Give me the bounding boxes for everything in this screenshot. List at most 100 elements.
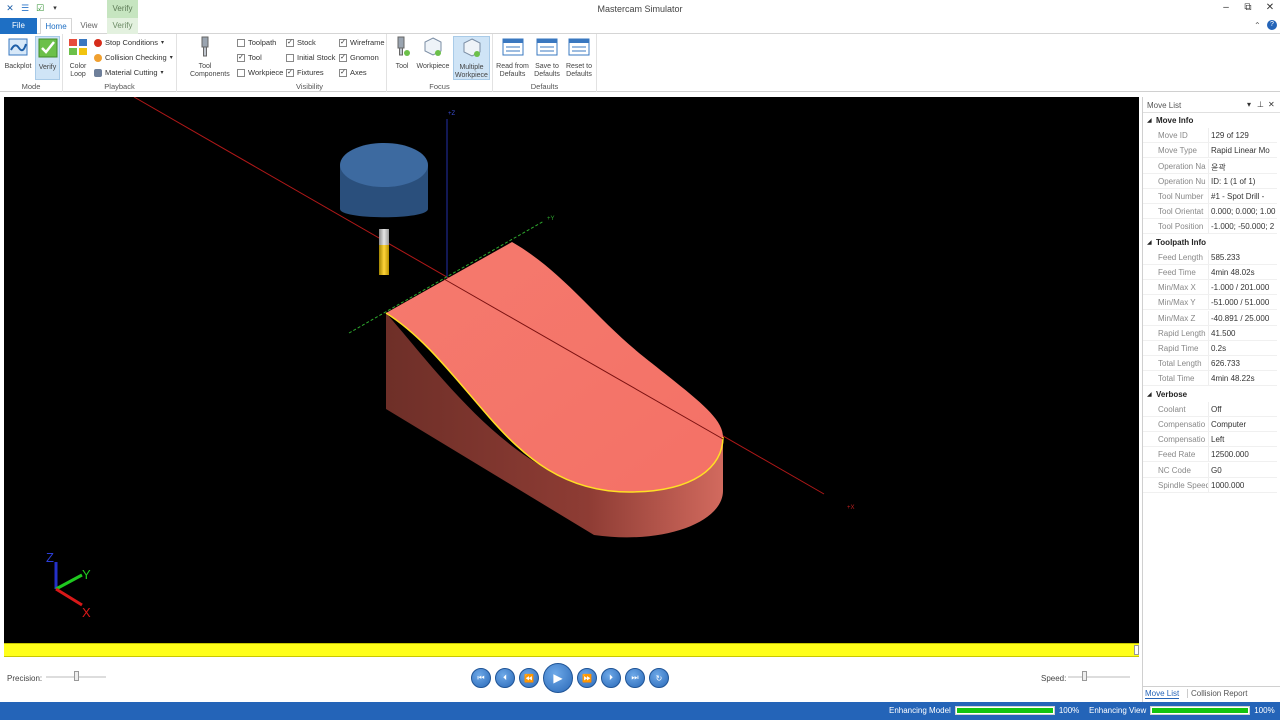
graphics-viewport[interactable]: +Z +Y +X Z Y X bbox=[4, 97, 1139, 643]
property-row[interactable]: Total Length 626.733 bbox=[1143, 356, 1277, 372]
stock-checkbox-box: ✓ bbox=[286, 38, 294, 47]
speed-slider-thumb[interactable] bbox=[1082, 671, 1087, 681]
tool-components-button[interactable]: Tool Components bbox=[181, 36, 230, 79]
tab-view[interactable]: View bbox=[74, 18, 104, 34]
focus-tool-button[interactable]: Tool bbox=[391, 36, 413, 71]
property-row[interactable]: Feed Length 585.233 bbox=[1143, 249, 1277, 265]
property-row[interactable]: Total Time 4min 48.22s bbox=[1143, 371, 1277, 387]
reset-to-defaults-button[interactable]: Reset to Defaults bbox=[564, 36, 594, 79]
tab-file[interactable]: File bbox=[0, 18, 37, 34]
panel-dropdown-icon[interactable]: ▾ bbox=[1247, 100, 1251, 109]
toolpath-label: Toolpath bbox=[248, 38, 277, 47]
focus-workpiece-button[interactable]: Workpiece bbox=[416, 36, 450, 71]
precision-slider-thumb[interactable] bbox=[74, 671, 79, 681]
color-loop-button[interactable]: Color Loop bbox=[66, 36, 90, 79]
app-logo-icon[interactable]: ✕ bbox=[4, 2, 16, 14]
property-row[interactable]: Compensatio Left bbox=[1143, 432, 1277, 448]
property-name: Operation Na bbox=[1158, 161, 1206, 171]
gnomon-checkbox[interactable]: ✓ Gnomon bbox=[339, 53, 379, 62]
stock-checkbox[interactable]: ✓ Stock bbox=[286, 38, 316, 47]
verify-check-icon[interactable]: ☑ bbox=[34, 2, 46, 14]
speed-slider[interactable] bbox=[1068, 671, 1130, 681]
enhancing-model-fill bbox=[956, 708, 1053, 713]
property-row[interactable]: Min/Max Z -40.891 / 25.000 bbox=[1143, 310, 1277, 326]
panel-close-icon[interactable]: ✕ bbox=[1268, 100, 1275, 109]
property-row[interactable]: Min/Max X -1.000 / 201.000 bbox=[1143, 280, 1277, 296]
step-back-button[interactable]: ⏴ bbox=[495, 668, 515, 688]
play-button[interactable]: ▶ bbox=[543, 663, 573, 693]
property-row[interactable]: Move ID 129 of 129 bbox=[1143, 128, 1277, 144]
tab-home[interactable]: Home bbox=[40, 18, 72, 35]
property-row[interactable]: Move Type Rapid Linear Mo bbox=[1143, 143, 1277, 159]
go-to-end-button[interactable]: ⏭ bbox=[625, 668, 645, 688]
ribbon-group-mode: Backplot Verify Mode bbox=[0, 34, 63, 92]
read-from-defaults-button[interactable]: Read from Defaults bbox=[496, 36, 529, 79]
property-row[interactable]: Compensatio Computer bbox=[1143, 417, 1277, 432]
material-cutting-icon bbox=[94, 68, 102, 77]
tab-collision-report[interactable]: Collision Report bbox=[1187, 689, 1247, 698]
fixtures-checkbox[interactable]: ✓ Fixtures bbox=[286, 68, 324, 77]
category-verbose[interactable]: ◢ Verbose bbox=[1143, 387, 1280, 402]
group-label-mode: Mode bbox=[21, 82, 41, 91]
help-icon[interactable]: ? bbox=[1267, 20, 1277, 30]
qat-dropdown-icon[interactable]: ▾ bbox=[49, 2, 61, 14]
playback-progress-slider[interactable] bbox=[4, 643, 1139, 657]
axes-checkbox[interactable]: ✓ Axes bbox=[339, 68, 367, 77]
step-forward-icon: ⏵ bbox=[609, 673, 613, 682]
backplot-button[interactable]: Backplot bbox=[4, 36, 32, 71]
category-toolpath-info[interactable]: ◢ Toolpath Info bbox=[1143, 235, 1280, 250]
property-value: 1000.000 bbox=[1211, 480, 1245, 490]
save-to-defaults-button[interactable]: Save to Defaults bbox=[531, 36, 563, 79]
toolpath-checkbox[interactable]: Toolpath bbox=[237, 38, 276, 47]
tab-move-list[interactable]: Move List bbox=[1145, 689, 1180, 699]
property-row[interactable]: Feed Time 4min 48.02s bbox=[1143, 265, 1277, 280]
workpiece-checkbox[interactable]: Workpiece bbox=[237, 68, 283, 77]
precision-slider[interactable] bbox=[46, 671, 106, 681]
collapse-ribbon-icon[interactable]: ⌃ bbox=[1254, 21, 1261, 30]
go-to-start-button[interactable]: ⏮ bbox=[471, 668, 491, 688]
x-axis-label: +X bbox=[847, 505, 855, 511]
property-row[interactable]: Coolant Off bbox=[1143, 401, 1277, 417]
tool-checkbox[interactable]: ✓ Tool bbox=[237, 53, 262, 62]
property-row[interactable]: Operation Na 윤곽 bbox=[1143, 158, 1277, 174]
property-row[interactable]: Rapid Time 0.2s bbox=[1143, 341, 1277, 356]
pin-icon[interactable]: ⊥ bbox=[1257, 100, 1264, 109]
property-row[interactable]: Spindle Speed 1000.000 bbox=[1143, 477, 1277, 493]
collapse-triangle-icon[interactable]: ◢ bbox=[1147, 239, 1152, 246]
collapse-triangle-icon[interactable]: ◢ bbox=[1147, 117, 1152, 124]
ribbon-group-playback: Color Loop Stop Conditions ▾ Collision C… bbox=[63, 34, 177, 92]
loop-button[interactable]: ↻ bbox=[649, 668, 669, 688]
tab-verify[interactable]: Verify bbox=[107, 18, 138, 34]
minimize-button[interactable]: – bbox=[1219, 2, 1233, 13]
progress-slider-thumb[interactable] bbox=[1134, 645, 1139, 655]
property-row[interactable]: Min/Max Y -51.000 / 51.000 bbox=[1143, 295, 1277, 311]
collapse-triangle-icon[interactable]: ◢ bbox=[1147, 391, 1152, 398]
initial-stock-checkbox[interactable]: Initial Stock bbox=[286, 53, 335, 62]
collision-checking-dropdown[interactable]: Collision Checking ▾ bbox=[94, 53, 173, 62]
step-forward-button[interactable]: ⏵ bbox=[601, 668, 621, 688]
ribbon-group-defaults: Read from Defaults Save to Defaults Rese… bbox=[493, 34, 597, 92]
category-move-info[interactable]: ◢ Move Info bbox=[1143, 113, 1280, 128]
material-cutting-dropdown[interactable]: Material Cutting ▾ bbox=[94, 68, 164, 77]
property-row[interactable]: Operation Nu ID: 1 (1 of 1) bbox=[1143, 173, 1277, 189]
layers-icon[interactable]: ☰ bbox=[19, 2, 31, 14]
property-row[interactable]: Rapid Length 41.500 bbox=[1143, 325, 1277, 341]
close-button[interactable]: ✕ bbox=[1263, 2, 1277, 13]
stop-conditions-dropdown[interactable]: Stop Conditions ▾ bbox=[94, 38, 164, 47]
wireframe-checkbox[interactable]: ✓ Wireframe bbox=[339, 38, 385, 47]
quick-access-toolbar: ✕ ☰ ☑ ▾ bbox=[4, 2, 61, 14]
property-row[interactable]: Tool Position -1.000; -50.000; 2 bbox=[1143, 219, 1277, 235]
tool-label: Tool bbox=[248, 53, 262, 62]
property-name: Compensatio bbox=[1158, 435, 1206, 445]
verify-button[interactable]: Verify bbox=[35, 36, 60, 80]
skip-start-icon: ⏮ bbox=[477, 673, 485, 682]
property-row[interactable]: Feed Rate 12500.000 bbox=[1143, 447, 1277, 463]
property-row[interactable]: Tool Number #1 - Spot Drill - bbox=[1143, 189, 1277, 204]
rewind-icon: ⏪ bbox=[524, 673, 534, 683]
focus-multiple-workpiece-button[interactable]: Multiple Workpiece bbox=[453, 36, 490, 80]
restore-button[interactable]: ⧉ bbox=[1241, 2, 1255, 13]
fast-forward-button[interactable]: ⏩ bbox=[577, 668, 597, 688]
property-row[interactable]: NC Code G0 bbox=[1143, 462, 1277, 478]
rewind-button[interactable]: ⏪ bbox=[519, 668, 539, 688]
property-row[interactable]: Tool Orientat 0.000; 0.000; 1.00 bbox=[1143, 204, 1277, 220]
